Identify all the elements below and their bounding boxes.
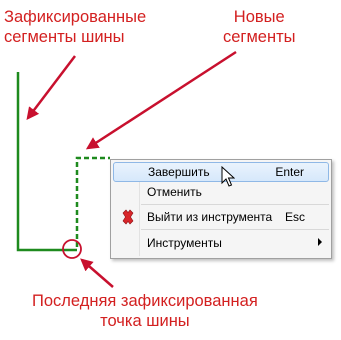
arrow-fixed-segments — [26, 55, 76, 120]
red-x-icon — [120, 209, 136, 225]
menu-item-exit-tool-shortcut: Esc — [284, 210, 305, 224]
menu-item-tools-label: Инструменты — [147, 236, 222, 250]
menu-item-finish-shortcut: Enter — [275, 165, 304, 179]
menu-item-exit-tool[interactable]: Выйти из инструмента Esc — [113, 207, 329, 227]
submenu-arrow-icon — [318, 238, 322, 246]
arrow-last-point — [80, 258, 114, 288]
menu-item-tools[interactable]: Инструменты — [113, 233, 329, 253]
menu-item-exit-tool-label: Выйти из инструмента — [147, 210, 273, 224]
menu-separator — [141, 229, 329, 230]
menu-item-finish-label: Завершить — [148, 165, 210, 179]
menu-item-undo-label: Отменить — [147, 185, 202, 199]
fixed-bus-segments — [16, 72, 72, 252]
mouse-cursor-icon — [221, 166, 235, 187]
new-bus-segments — [72, 156, 110, 252]
arrow-new-segments — [85, 50, 237, 150]
menu-separator — [141, 204, 329, 205]
